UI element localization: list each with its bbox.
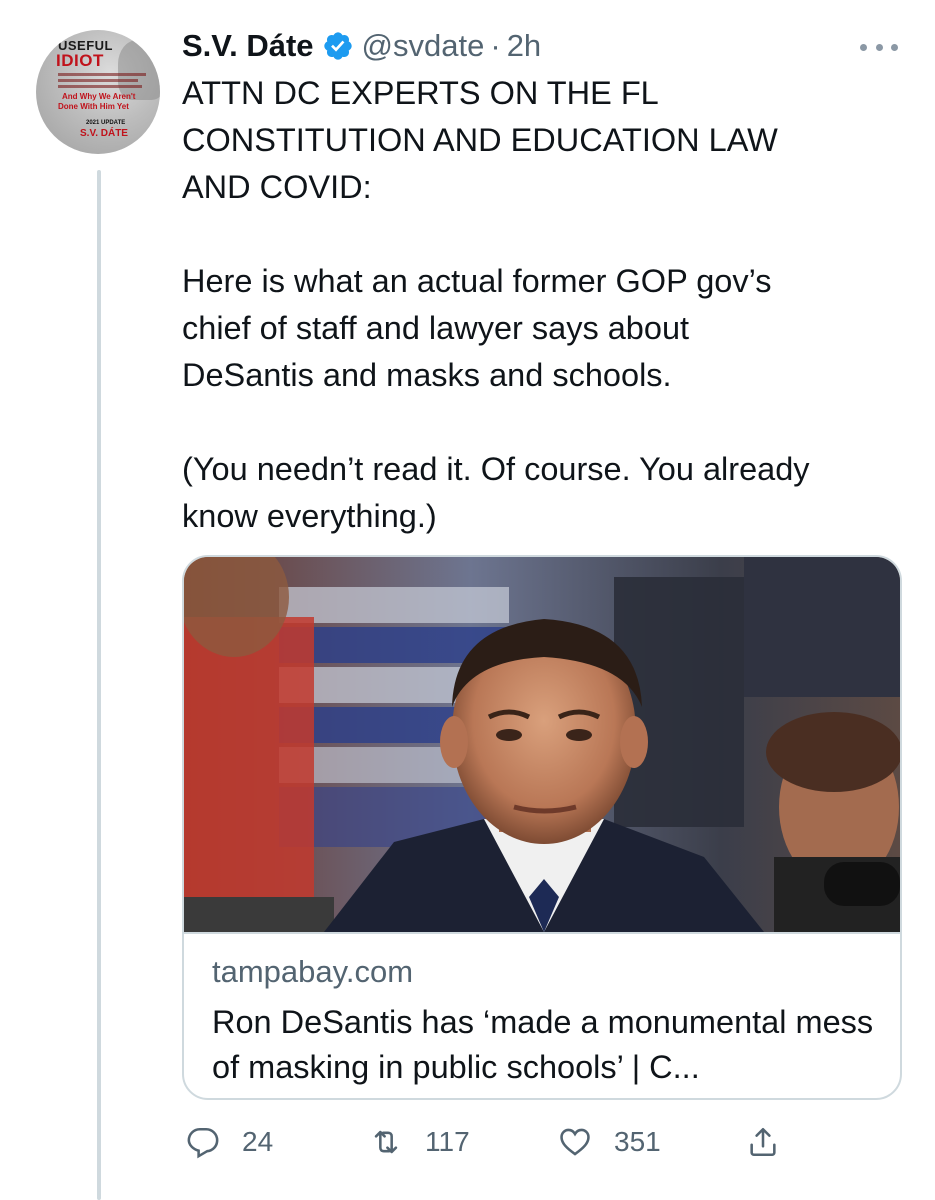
like-count: 351 (614, 1126, 661, 1157)
avatar-book-subtitle-1: And Why We Aren't (62, 92, 136, 101)
handle[interactable]: @svdate (362, 28, 485, 64)
tweet-text: ATTN DC EXPERTS ON THE FL CONSTITUTION A… (182, 75, 810, 534)
tweet-header: S.V. Dáte @svdate · 2h (182, 24, 541, 68)
thread-line (97, 170, 101, 1200)
avatar-fine-print (58, 79, 138, 82)
card-image (184, 557, 900, 932)
avatar-book-title-2: IDIOT (56, 51, 104, 70)
link-card[interactable]: tampabay.com Ron DeSantis has ‘made a mo… (182, 555, 902, 1100)
separator: · (490, 28, 501, 63)
share-button[interactable] (746, 1120, 780, 1164)
verified-badge-icon (323, 32, 352, 60)
avatar-book-author: S.V. DÁTE (80, 128, 128, 139)
avatar-book-edition: 2021 UPDATE (86, 120, 126, 126)
tweet[interactable]: USEFUL IDIOT And Why We Aren't Done With… (0, 0, 935, 1200)
card-title: Ron DeSantis has ‘made a monumental mess… (212, 1004, 874, 1085)
more-options-icon[interactable] (860, 40, 898, 54)
reply-icon (187, 1127, 219, 1159)
action-bar: 24 117 351 (186, 1120, 826, 1164)
retweet-count: 117 (425, 1126, 470, 1157)
heart-icon (560, 1128, 590, 1156)
reply-button[interactable]: 24 (186, 1120, 273, 1164)
timestamp[interactable]: 2h (507, 28, 541, 64)
card-divider (184, 932, 900, 934)
card-domain: tampabay.com (212, 954, 414, 989)
avatar-fine-print (58, 73, 146, 76)
share-icon (750, 1127, 776, 1157)
reply-count: 24 (242, 1126, 274, 1157)
like-button[interactable]: 351 (558, 1120, 661, 1164)
avatar-fine-print (58, 85, 142, 88)
avatar[interactable]: USEFUL IDIOT And Why We Aren't Done With… (36, 30, 160, 154)
avatar-portrait (118, 40, 160, 100)
display-name[interactable]: S.V. Dáte (182, 28, 314, 64)
avatar-book-subtitle-2: Done With Him Yet (58, 102, 129, 111)
retweet-icon (374, 1130, 398, 1154)
retweet-button[interactable]: 117 (369, 1120, 470, 1164)
